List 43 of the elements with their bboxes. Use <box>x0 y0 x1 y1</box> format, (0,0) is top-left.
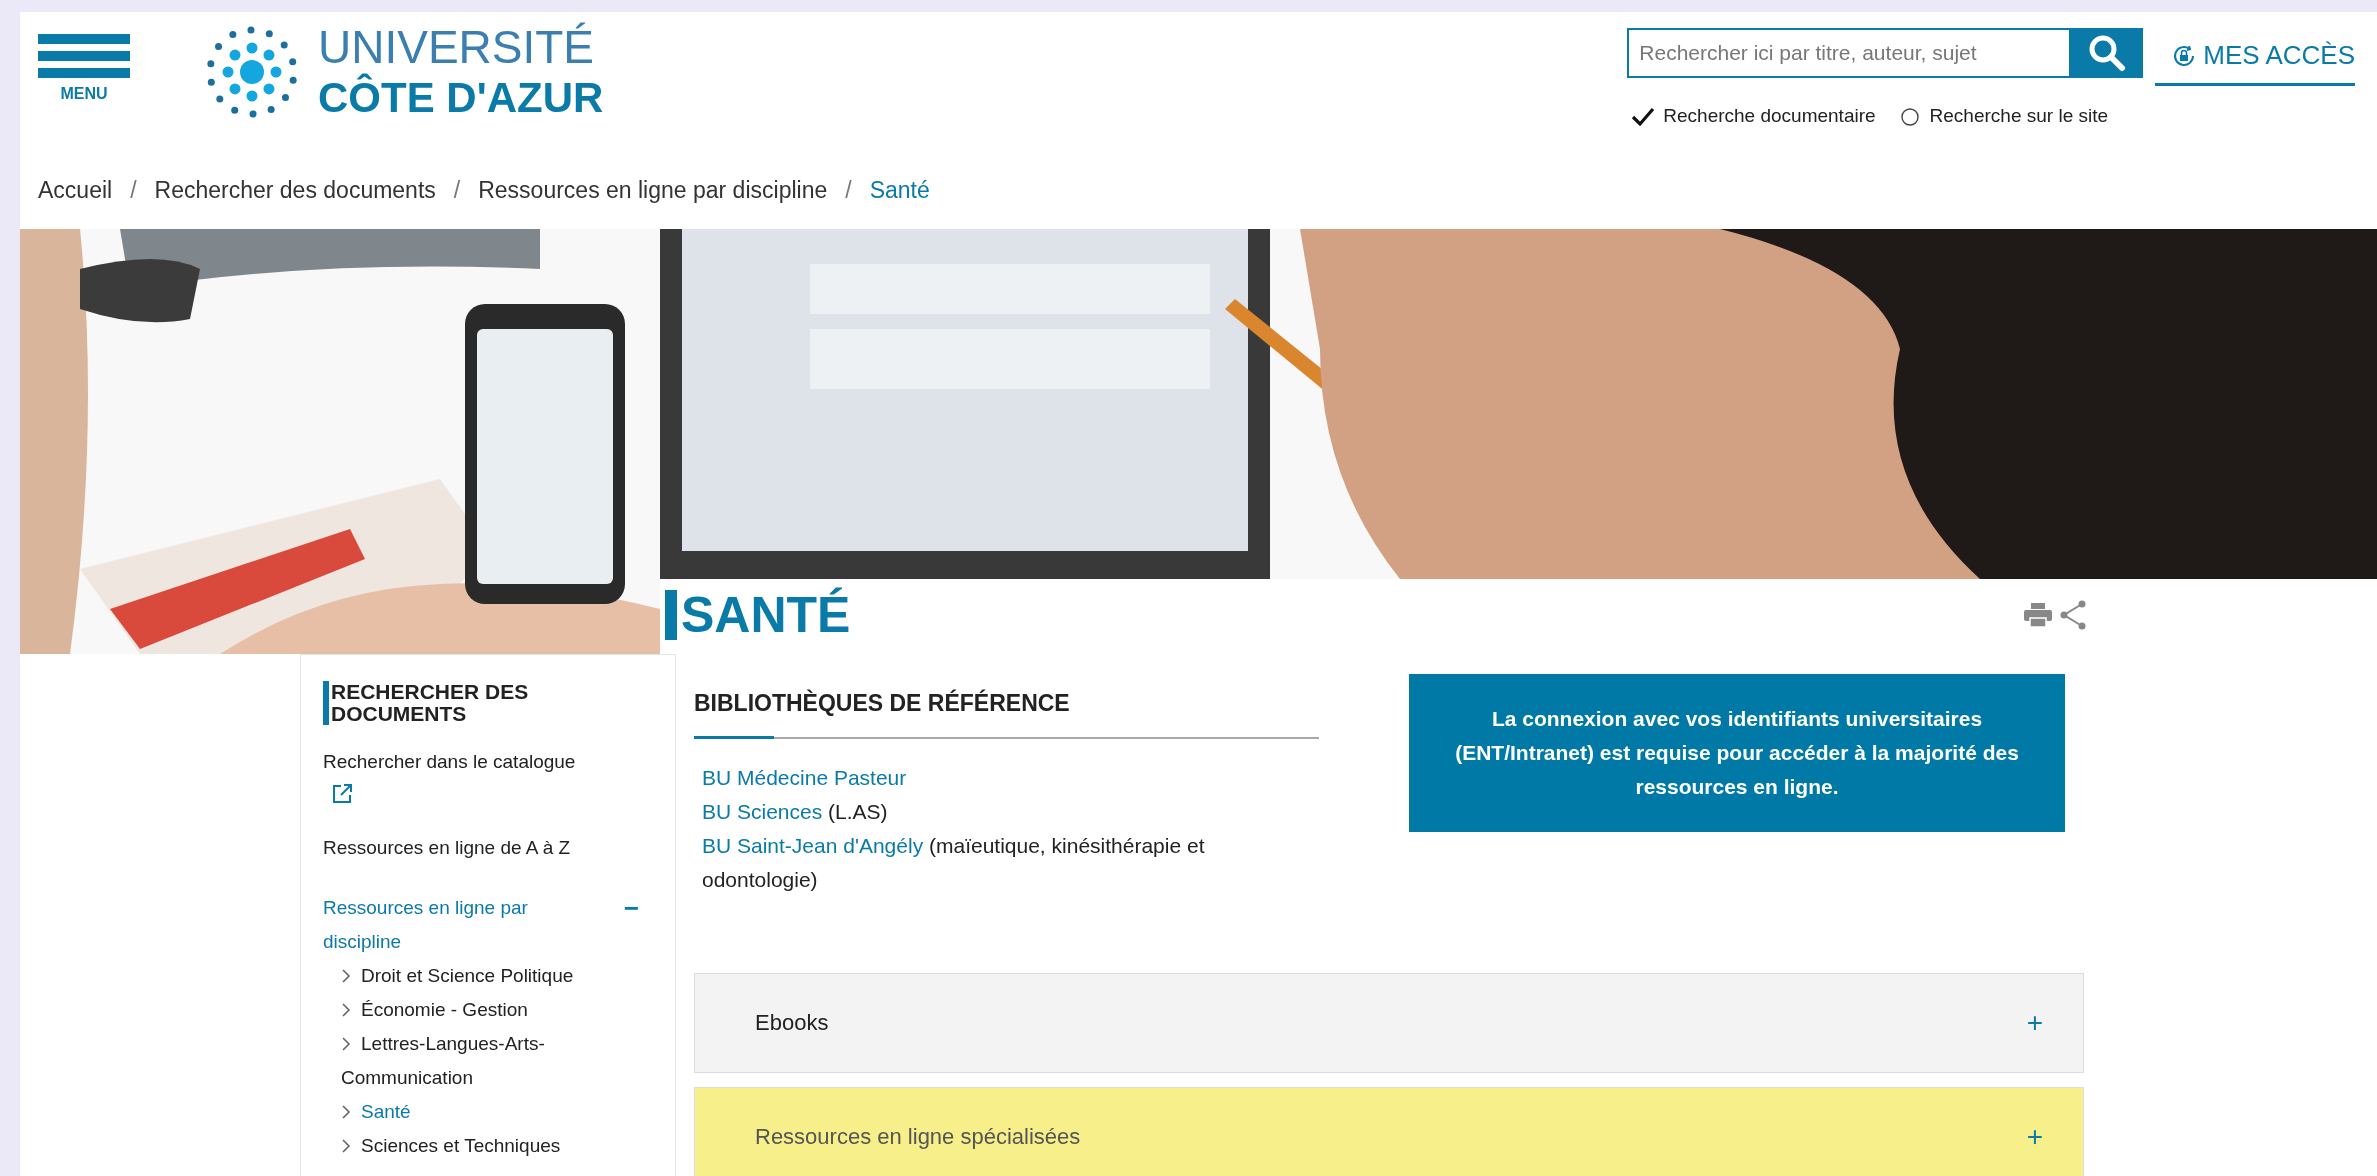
chevron-icon <box>341 1036 351 1053</box>
breadcrumb-link[interactable]: Rechercher des documents <box>154 177 436 204</box>
library-link[interactable]: BU Saint-Jean d'Angély <box>702 834 924 857</box>
chevron-icon <box>341 1138 351 1155</box>
chevron-icon <box>341 1002 351 1019</box>
collapse-toggle[interactable]: − <box>617 891 645 926</box>
library-link[interactable]: BU Sciences <box>702 800 823 823</box>
library-link[interactable]: BU Médecine Pasteur <box>702 766 907 789</box>
access-link[interactable]: MES ACCÈS <box>2155 28 2355 86</box>
print-icon[interactable] <box>2023 602 2053 628</box>
chevron-icon <box>341 968 351 985</box>
breadcrumb-link[interactable]: Accueil <box>38 177 113 204</box>
breadcrumb-link[interactable]: Santé <box>869 177 930 204</box>
chevron-icon <box>341 1104 351 1121</box>
info-notice: La connexion avec vos identifiants universitaires (ENT/Intranet) est requise pour accéder à la majorité des ressources en ligne. <box>1409 674 2065 832</box>
menu-button[interactable]: MENU <box>38 34 130 103</box>
sidebar-subitem[interactable]: Santé <box>341 1095 601 1130</box>
search-button[interactable] <box>2071 28 2144 78</box>
sidebar-subitem[interactable]: Droit et Science Politique <box>341 959 601 994</box>
library-entry: BU Saint-Jean d'Angély (maïeutique, kinésithérapie et odontologie) <box>701 833 1206 893</box>
search-scope-option[interactable]: Recherche sur le site <box>1897 104 2109 128</box>
search-icon <box>2088 34 2127 72</box>
breadcrumb-separator: / <box>845 177 852 204</box>
sidebar-subitem[interactable]: Sciences et Techniques <box>341 1129 601 1164</box>
accordion-header[interactable]: Ressources en ligne spécialisées + <box>694 1087 2084 1176</box>
accordion-header[interactable]: Ebooks + <box>694 973 2084 1073</box>
breadcrumb-separator: / <box>130 177 137 204</box>
sidebar-link[interactable]: Ressources en ligne par discipline <box>323 891 618 960</box>
sidebar-link[interactable]: Rechercher dans le catalogue <box>323 745 645 806</box>
sidebar-title: RECHERCHER DES DOCUMENTS <box>323 681 563 726</box>
section-title: BIBLIOTHÈQUES DE RÉFÉRENCE <box>694 690 1319 739</box>
sidebar-link[interactable]: Ressources en ligne de A à Z <box>323 831 645 866</box>
logo-text: CÔTE D'AZUR <box>318 74 604 123</box>
university-logo[interactable]: UNIVERSITÉ CÔTE D'AZUR <box>200 20 604 124</box>
breadcrumb-link[interactable]: Ressources en ligne par discipline <box>478 177 828 204</box>
search-field[interactable]: Rechercher ici par titre, auteur, sujet <box>1627 28 2072 78</box>
breadcrumb-separator: / <box>453 177 461 204</box>
logo-text: UNIVERSITÉ <box>318 21 595 74</box>
sidebar-subitem[interactable]: Lettres-Langues-Arts-Communication <box>341 1027 601 1096</box>
sidebar-subitem[interactable]: Économie - Gestion <box>341 993 601 1028</box>
search-scope-option[interactable]: Recherche documentaire <box>1631 104 1876 128</box>
share-icon[interactable] <box>2059 600 2087 630</box>
library-entry: BU Sciences (L.AS) <box>701 799 889 825</box>
